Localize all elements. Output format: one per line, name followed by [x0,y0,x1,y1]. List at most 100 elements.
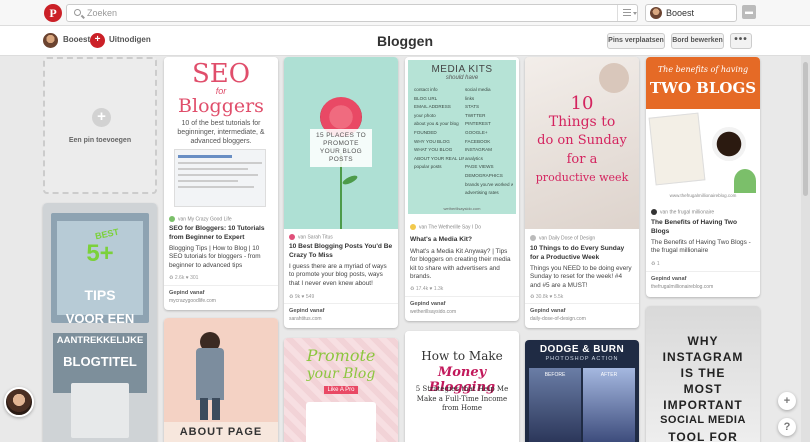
speech-bubble-icon[interactable]: ▬ [742,5,756,19]
pin-image: 15 PLACES TO PROMOTE YOUR BLOG POSTS [284,57,398,229]
pin-card[interactable]: The benefits of having TWO BLOGS www.the… [646,57,760,297]
media-kit-item: INSTAGRAM [465,147,492,153]
media-kit-item: analytics [465,155,483,161]
chevron-down-icon [633,12,637,15]
pin-card[interactable]: 15 PLACES TO PROMOTE YOUR BLOG POSTS van… [284,57,398,328]
image-text: IS THE [680,366,726,380]
pin-source[interactable]: van The Wetherille Say I Do [410,224,481,230]
media-kit-item: PAGE VIEWS [465,164,494,170]
pin-footer[interactable]: Gepind vanaf thefrugalmillionaireblog.co… [646,271,760,297]
saved-from-label: Gepind vanaf [169,290,205,296]
pin-description: What's a Media Kit Anyway? | Tips for bl… [410,248,511,281]
edit-board-button[interactable]: Bord bewerken [671,33,724,49]
image-text: How to Make [421,349,503,363]
pin-image: The benefits of having TWO BLOGS www.the… [646,57,760,204]
add-pin-button[interactable]: + Een pin toevoegen [43,57,157,194]
pin-card[interactable]: MEDIA KITS should have contact info BLOG … [405,57,519,321]
image-text: your Blog [306,366,376,382]
image-text: should have [445,75,479,81]
media-kit-item: popular posts [414,164,442,170]
pin-footer[interactable]: Gepind vanaf mycrazygoodlife.com [164,285,278,310]
pin-source[interactable]: van Sarah Titus [289,234,333,240]
saved-from-label: Gepind vanaf [410,301,446,307]
pin-source[interactable]: van Daily Dose of Design [530,235,595,241]
pin-card[interactable]: DODGE & BURN PHOTOSHOP ACTION BEFORE AFT… [525,340,639,442]
scrollbar-thumb[interactable] [803,62,808,196]
pin-card[interactable]: 10 Things to do on Sunday for a producti… [525,57,639,328]
media-kit-item: GOOGLE+ [465,129,488,135]
media-kit-item: social media [465,87,491,92]
image-text: 5+ [86,240,114,267]
image-text: www.thefrugalmillionaireblog.com [669,193,737,198]
media-kit-item: BLOG URL [414,95,438,101]
user-name: Booest [666,8,695,18]
more-options-button[interactable]: ••• [730,33,752,49]
move-pins-button[interactable]: Pins verplaatsen [607,33,665,49]
image-text: do on Sunday [537,133,627,148]
image-text: 10 [570,93,594,114]
pin-stats: ♻ 9k ♥ 549 [289,294,315,300]
media-kit-item: your photo [414,112,436,118]
image-text: TOOL FOR [668,430,738,442]
source-icon [651,209,657,215]
image-text: for a [566,152,598,167]
pin-card[interactable]: BEST 5+ TIPS VOOR EEN AANTREKKELIJKE BLO… [43,203,157,442]
search-icon [74,9,81,16]
saved-from-label: Gepind vanaf [530,308,566,314]
media-kit-item: PINTEREST [465,121,491,127]
pin-image: WHY INSTAGRAM IS THE MOST IMPORTANT SOCI… [646,306,760,442]
pin-image: BEST 5+ TIPS VOOR EEN AANTREKKELIJKE BLO… [43,203,157,442]
image-text: SOCIAL MEDIA [660,414,746,426]
image-text: Bloggers [178,95,264,117]
image-text: BEFORE [544,372,566,378]
image-text: IMPORTANT [663,398,743,412]
search-filter-menu-button[interactable] [617,5,639,21]
pin-image: 10 Things to do on Sunday for a producti… [525,57,639,229]
media-kit-item: WHY YOU BLOG [414,138,450,144]
saved-from-label: Gepind vanaf [651,276,687,282]
pin-stats: ♻ 17.4k ♥ 1.3k [410,286,444,292]
image-text: WHY [687,334,719,348]
pin-description: Things you NEED to be doing every Sunday… [530,265,632,289]
media-kit-item: EMAIL ADDRESS [414,104,451,110]
media-kit-item: STATS [465,104,480,110]
pin-card[interactable]: WHY INSTAGRAM IS THE MOST IMPORTANT SOCI… [646,306,760,442]
image-text: AANTREKKELIJKE [56,335,144,346]
image-text: AFTER [600,372,618,378]
user-profile-button[interactable]: Booest [645,4,737,22]
pin-footer[interactable]: Gepind vanaf sarahtitus.com [284,303,398,328]
pin-source[interactable]: van the frugal millionaire [651,209,714,215]
pin-source[interactable]: van My Crazy Good Life [169,216,232,222]
pinterest-logo-icon[interactable]: P [44,4,62,22]
image-text: TIPS [84,287,116,303]
media-kit-left-list: contact info BLOG URL EMAIL ADDRESS your ph… [414,86,464,172]
image-text: productive week [535,171,629,184]
image-text: Promote [306,346,376,365]
pin-title: 10 Things to do Every Sunday for a Produ… [530,245,625,261]
page-scrollbar[interactable] [801,56,810,442]
media-kit-item: FACEBOOK [465,138,491,144]
pin-source-label: van My Crazy Good Life [178,216,232,223]
source-icon [169,216,175,222]
pin-footer[interactable]: Gepind vanaf daily-dose-of-design.com [525,303,639,328]
search-input[interactable]: Zoeken [66,4,638,22]
pin-title: The Benefits of Having Two Blogs [651,219,737,235]
top-bar: P Zoeken Booest ▬ [0,0,810,26]
pin-card[interactable]: Promote your Blog Like A Pro [284,338,398,442]
pin-card[interactable]: How to Make Money Blogging 5 Strategies … [405,331,519,442]
avatar[interactable] [4,387,34,417]
pin-source-label: van The Wetherille Say I Do [419,224,482,231]
image-text: PHOTOSHOP ACTION [545,356,619,362]
image-text: BLOGTITEL [63,354,137,369]
plus-icon[interactable]: + [778,392,796,410]
pin-card[interactable]: SEO for Bloggers 10 of the best tutorial… [164,57,278,310]
media-kit-item: links [465,95,475,101]
pin-card[interactable]: ABOUT PAGE [164,318,278,442]
media-kit-item: TWITTER [465,112,486,118]
source-domain: thefrugalmillionaireblog.com [651,284,714,290]
pin-footer[interactable]: Gepind vanaf wetherillsaysido.com [405,296,519,321]
pin-description: The Benefits of Having Two Blogs - the f… [651,239,751,255]
help-icon[interactable]: ? [778,418,796,436]
source-icon [410,224,416,230]
image-text: wetherillsaysido.com [443,206,481,211]
